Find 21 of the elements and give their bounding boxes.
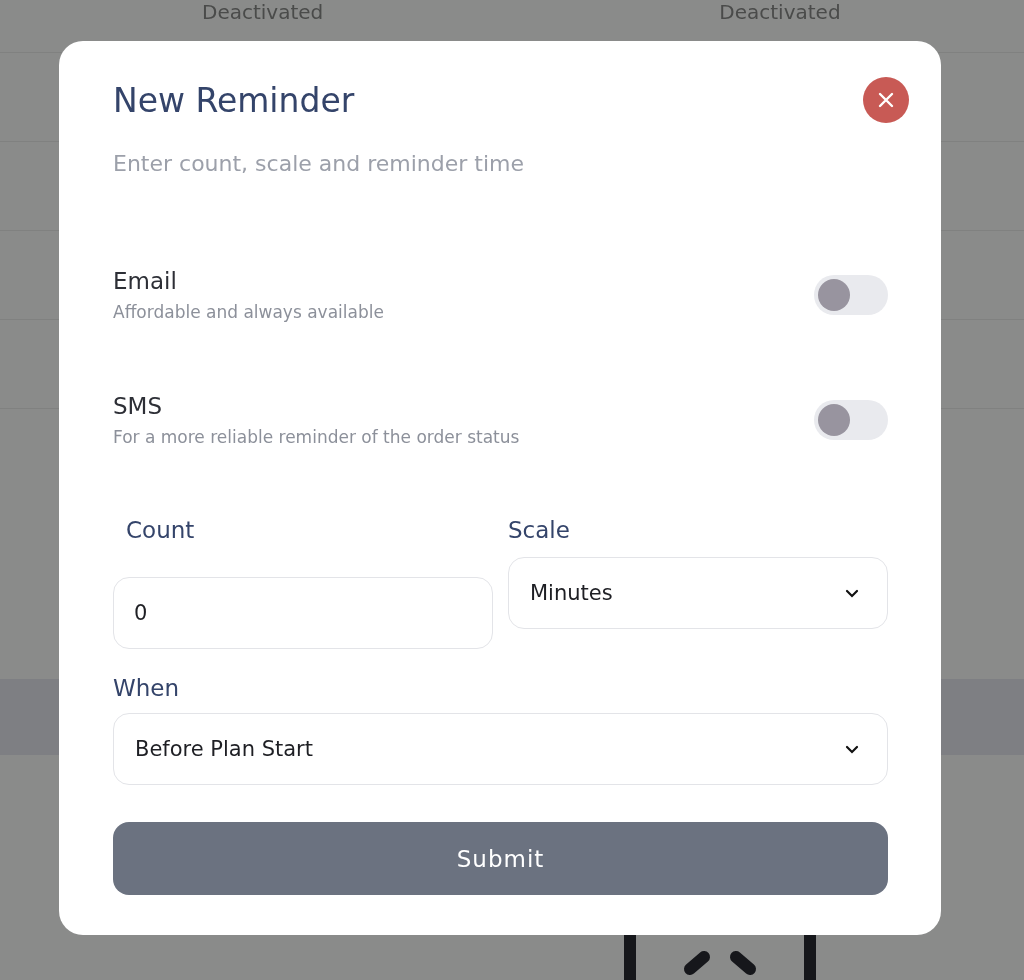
channel-description: Affordable and always available — [113, 302, 384, 322]
when-dropdown[interactable]: Before Plan Start — [113, 713, 888, 785]
submit-button[interactable]: Submit — [113, 822, 888, 895]
toggle-switch[interactable] — [814, 400, 888, 440]
status-text: Deactivated — [202, 0, 324, 24]
field-label: Scale — [508, 517, 571, 543]
channel-description: For a more reliable reminder of the order status — [113, 427, 520, 447]
status-text: Deactivated — [719, 0, 841, 24]
field-label: When — [113, 675, 181, 701]
count-field[interactable]: 0 — [113, 577, 493, 649]
channel-name: SMS — [113, 393, 164, 419]
channel-name: Email — [113, 268, 178, 294]
scale-dropdown[interactable]: Minutes — [508, 557, 888, 629]
chevron-down-icon — [845, 588, 859, 598]
dialog-title: New Reminder — [113, 80, 355, 120]
chevron-down-icon — [845, 744, 859, 754]
close-button[interactable] — [863, 77, 909, 123]
dialog-subtitle: Enter count, scale and reminder time — [113, 151, 525, 176]
close-icon — [878, 92, 894, 108]
field-label: Count — [126, 517, 196, 543]
toggle-switch[interactable] — [814, 275, 888, 315]
